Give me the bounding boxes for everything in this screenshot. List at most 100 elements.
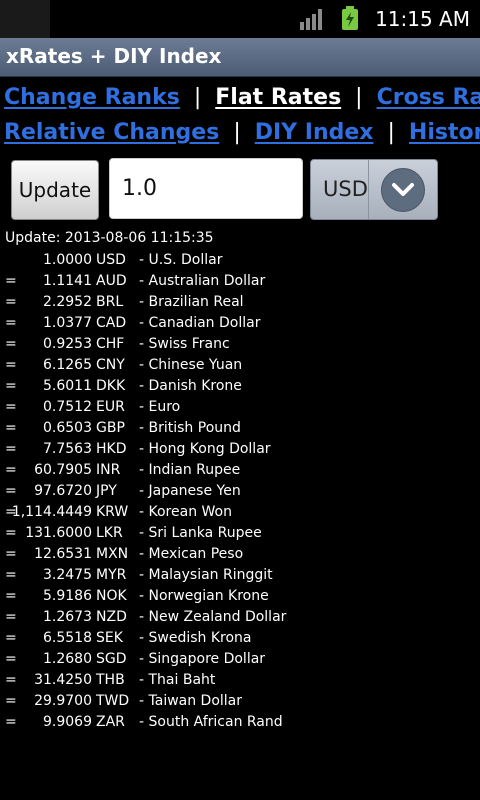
rate-value: 0.6503: [43, 420, 92, 436]
rate-code: CHF: [96, 336, 125, 352]
rate-row: = 6.5518 SEK - Swedish Krona: [0, 628, 480, 649]
rate-row: = 7.7563 HKD - Hong Kong Dollar: [0, 439, 480, 460]
rate-code: KRW: [96, 504, 129, 520]
status-clock: 11:15 AM: [375, 7, 470, 31]
rate-equals: =: [5, 294, 17, 310]
rate-equals: =: [5, 609, 17, 625]
rate-value: 60.7905: [34, 462, 92, 478]
rate-currency-name: - Australian Dollar: [139, 273, 266, 289]
rate-equals: =: [5, 462, 17, 478]
rate-equals: =: [5, 483, 17, 499]
rate-value: 97.6720: [34, 483, 92, 499]
rate-equals: =: [5, 357, 17, 373]
rate-currency-name: - South African Rand: [139, 714, 283, 730]
rate-currency-name: - British Pound: [139, 420, 241, 436]
signal-icon: [300, 9, 322, 30]
nav-historical[interactable]: Historical: [409, 120, 480, 145]
rates-list: 1.0000 USD - U.S. Dollar = 1.1141 AUD - Austra…: [0, 250, 480, 733]
nav-row-1: Change Ranks|Flat Rates|Cross Rates|: [4, 80, 480, 115]
rate-equals: =: [5, 441, 17, 457]
rate-row: = 1,114.4449 KRW - Korean Won: [0, 502, 480, 523]
rate-currency-name: - Malaysian Ringgit: [139, 567, 273, 583]
rate-currency-name: - Japanese Yen: [139, 483, 241, 499]
rate-row: = 5.9186 NOK - Norwegian Krone: [0, 586, 480, 607]
rate-value: 3.2475: [43, 567, 92, 583]
rate-value: 29.9700: [34, 693, 92, 709]
rate-currency-name: - Swedish Krona: [139, 630, 252, 646]
rate-row: = 97.6720 JPY - Japanese Yen: [0, 481, 480, 502]
app-title-bar: xRates + DIY Index: [0, 38, 480, 77]
nav-separator: |: [193, 85, 202, 110]
amount-input[interactable]: [109, 158, 303, 219]
rate-equals: =: [5, 399, 17, 415]
nav-relative-changes[interactable]: Relative Changes: [4, 120, 219, 145]
battery-charging-icon: [342, 6, 358, 30]
rate-equals: =: [5, 525, 17, 541]
rate-row: = 3.2475 MYR - Malaysian Ringgit: [0, 565, 480, 586]
rate-code: GBP: [96, 420, 125, 436]
rate-code: JPY: [96, 483, 117, 499]
nav-change-ranks[interactable]: Change Ranks: [4, 85, 180, 110]
nav-separator: |: [387, 120, 395, 145]
rate-currency-name: - Thai Baht: [139, 672, 216, 688]
rate-code: NOK: [96, 588, 127, 604]
rate-row: = 9.9069 ZAR - South African Rand: [0, 712, 480, 733]
rate-value: 6.1265: [43, 357, 92, 373]
rate-currency-name: - Euro: [139, 399, 181, 415]
rate-equals: =: [5, 315, 17, 331]
rate-row: = 1.0377 CAD - Canadian Dollar: [0, 313, 480, 334]
rate-row: = 31.4250 THB - Thai Baht: [0, 670, 480, 691]
rate-row: 1.0000 USD - U.S. Dollar: [0, 250, 480, 271]
rate-currency-name: - Danish Krone: [139, 378, 242, 394]
rate-row: = 2.2952 BRL - Brazilian Real: [0, 292, 480, 313]
currency-select[interactable]: USD: [310, 159, 438, 220]
rate-value: 1.2680: [43, 651, 92, 667]
rate-row: = 1.1141 AUD - Australian Dollar: [0, 271, 480, 292]
rate-code: THB: [96, 672, 125, 688]
rate-equals: =: [5, 693, 17, 709]
rate-row: = 12.6531 MXN - Mexican Peso: [0, 544, 480, 565]
nav-cross-rates[interactable]: Cross Rates: [377, 85, 480, 110]
rate-currency-name: - U.S. Dollar: [139, 252, 223, 268]
rate-value: 1.0000: [43, 252, 92, 268]
nav-flat-rates[interactable]: Flat Rates: [215, 85, 341, 110]
rate-equals: =: [5, 336, 17, 352]
update-button[interactable]: Update: [11, 160, 99, 220]
rate-currency-name: - Swiss Franc: [139, 336, 230, 352]
rate-value: 131.6000: [25, 525, 92, 541]
rate-currency-name: - Canadian Dollar: [139, 315, 261, 331]
rate-currency-name: - Brazilian Real: [139, 294, 244, 310]
nav-separator: |: [355, 85, 363, 110]
rate-code: ZAR: [96, 714, 125, 730]
rate-equals: =: [5, 588, 17, 604]
rate-row: = 0.9253 CHF - Swiss Franc: [0, 334, 480, 355]
rate-code: HKD: [96, 441, 127, 457]
rate-equals: =: [5, 714, 17, 730]
rate-code: EUR: [96, 399, 125, 415]
rate-value: 7.7563: [43, 441, 92, 457]
rate-equals: =: [5, 651, 17, 667]
rate-row: = 0.6503 GBP - British Pound: [0, 418, 480, 439]
currency-value: USD: [323, 177, 368, 201]
chevron-down-icon[interactable]: [381, 168, 425, 212]
rate-row: = 5.6011 DKK - Danish Krone: [0, 376, 480, 397]
app-title: xRates + DIY Index: [6, 44, 222, 68]
rate-value: 5.6011: [43, 378, 92, 394]
nav-row-2: Relative Changes | DIY Index | Historical: [4, 115, 480, 150]
rate-value: 0.9253: [43, 336, 92, 352]
rate-code: AUD: [96, 273, 127, 289]
rate-equals: =: [5, 672, 17, 688]
nav-diy-index[interactable]: DIY Index: [255, 120, 374, 145]
rate-code: USD: [96, 252, 126, 268]
rate-code: INR: [96, 462, 121, 478]
rate-code: CAD: [96, 315, 127, 331]
rate-equals: =: [5, 567, 17, 583]
rate-currency-name: - Hong Kong Dollar: [139, 441, 271, 457]
rate-row: = 131.6000 LKR - Sri Lanka Rupee: [0, 523, 480, 544]
rate-row: = 1.2680 SGD - Singapore Dollar: [0, 649, 480, 670]
rate-currency-name: - Taiwan Dollar: [139, 693, 243, 709]
rate-currency-name: - New Zealand Dollar: [139, 609, 287, 625]
rate-code: SEK: [96, 630, 123, 646]
rate-row: = 0.7512 EUR - Euro: [0, 397, 480, 418]
rate-code: TWD: [96, 693, 130, 709]
